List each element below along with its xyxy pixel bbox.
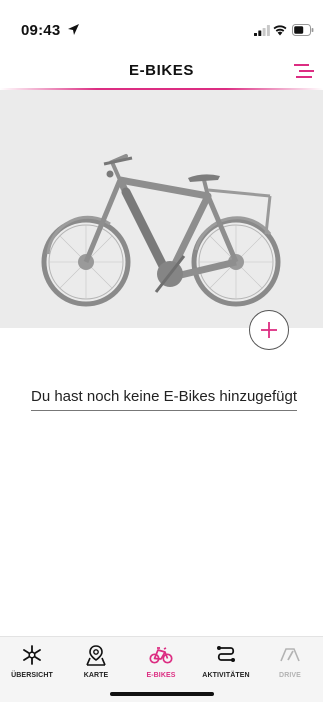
tab-drive[interactable]: DRIVE (258, 637, 322, 687)
page-title: E-BIKES (128, 62, 195, 79)
add-bike-button[interactable] (249, 310, 289, 350)
bike-icon (149, 647, 173, 664)
tab-activities[interactable]: AKTIVITÄTEN (194, 637, 258, 687)
overview-icon (23, 645, 41, 665)
tab-label: E-BIKES (146, 672, 176, 679)
e-bike-image (41, 154, 281, 307)
menu-icon[interactable] (294, 63, 314, 79)
bike-image-panel (0, 90, 323, 328)
plus-icon (261, 322, 277, 338)
empty-state-message: Du hast noch keine E-Bikes hinzugefügt (31, 388, 297, 405)
wifi-icon (273, 25, 287, 36)
tab-label: DRIVE (279, 672, 301, 679)
tab-overview[interactable]: ÜBERSICHT (0, 637, 64, 687)
empty-state-divider (31, 410, 297, 411)
battery-icon (292, 24, 314, 36)
status-bar: 09:43 (0, 0, 323, 52)
speedometer-icon (280, 648, 300, 662)
header: E-BIKES (0, 52, 323, 88)
map-pin-icon (86, 645, 106, 666)
tab-e-bikes[interactable]: E-BIKES (129, 637, 193, 687)
route-icon (217, 646, 235, 662)
home-indicator[interactable] (110, 692, 214, 696)
status-time: 09:43 (21, 22, 61, 39)
tab-label: KARTE (83, 672, 109, 679)
tab-label: AKTIVITÄTEN (202, 672, 250, 679)
tab-label: ÜBERSICHT (11, 672, 53, 679)
location-arrow-icon (68, 24, 79, 35)
signal-icon (254, 25, 270, 36)
tab-map[interactable]: KARTE (64, 637, 128, 687)
